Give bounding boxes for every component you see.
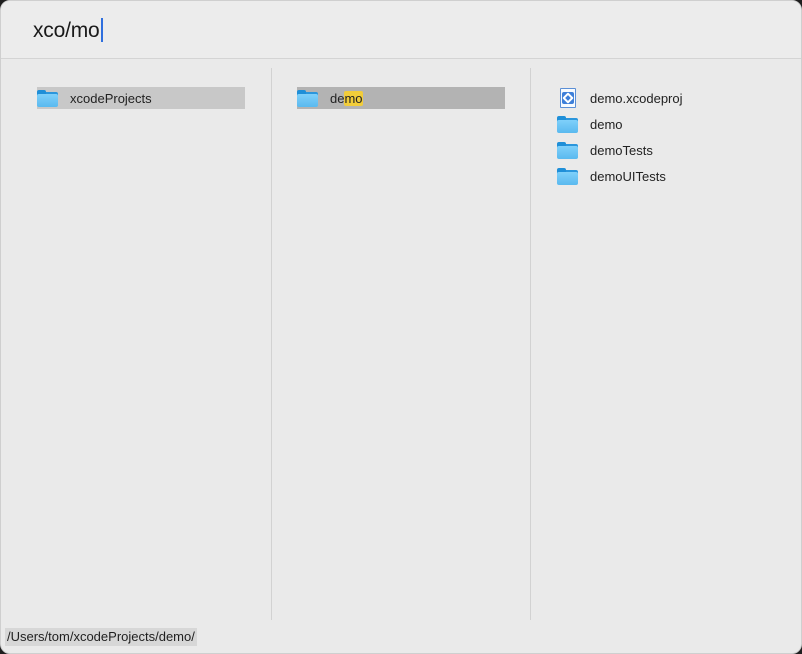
text-caret: [100, 18, 103, 42]
path-status-bar: /Users/tom/xcodeProjects/demo/: [5, 628, 197, 646]
label-prefix: de: [330, 90, 345, 106]
item-label: demoTests: [590, 142, 653, 158]
list-item-demouitests[interactable]: demoUITests: [557, 165, 777, 187]
list-item-demotests[interactable]: demoTests: [557, 139, 777, 161]
finder-window: xco/mo xcodeProjects demo demo.xcodeproj: [0, 0, 802, 654]
folder-icon: [557, 141, 578, 159]
folder-icon: [297, 89, 318, 107]
list-item-demo-xcodeproj[interactable]: demo.xcodeproj: [558, 87, 778, 109]
search-bar[interactable]: xco/mo: [1, 1, 801, 59]
item-label: xcodeProjects: [70, 90, 152, 106]
item-label: demo: [330, 90, 363, 106]
column-1[interactable]: xcodeProjects: [1, 68, 271, 620]
column-3[interactable]: demo.xcodeproj demo demoTests demoUITest…: [531, 68, 801, 620]
list-item-demo-selected[interactable]: demo: [297, 87, 505, 109]
search-query: xco/mo: [33, 19, 100, 42]
folder-icon: [557, 115, 578, 133]
column-2[interactable]: demo: [272, 68, 530, 620]
list-item-xcodeprojects[interactable]: xcodeProjects: [37, 87, 245, 109]
match-highlight: mo: [344, 90, 363, 106]
item-label: demoUITests: [590, 168, 666, 184]
column-browser: xcodeProjects demo demo.xcodeproj demo d…: [1, 68, 801, 620]
item-label: demo.xcodeproj: [590, 90, 683, 106]
xcodeproj-file-icon: [560, 88, 577, 108]
list-item-demo[interactable]: demo: [557, 113, 777, 135]
search-input[interactable]: xco/mo: [33, 18, 103, 43]
folder-icon: [557, 167, 578, 185]
folder-icon: [37, 89, 58, 107]
item-label: demo: [590, 116, 623, 132]
